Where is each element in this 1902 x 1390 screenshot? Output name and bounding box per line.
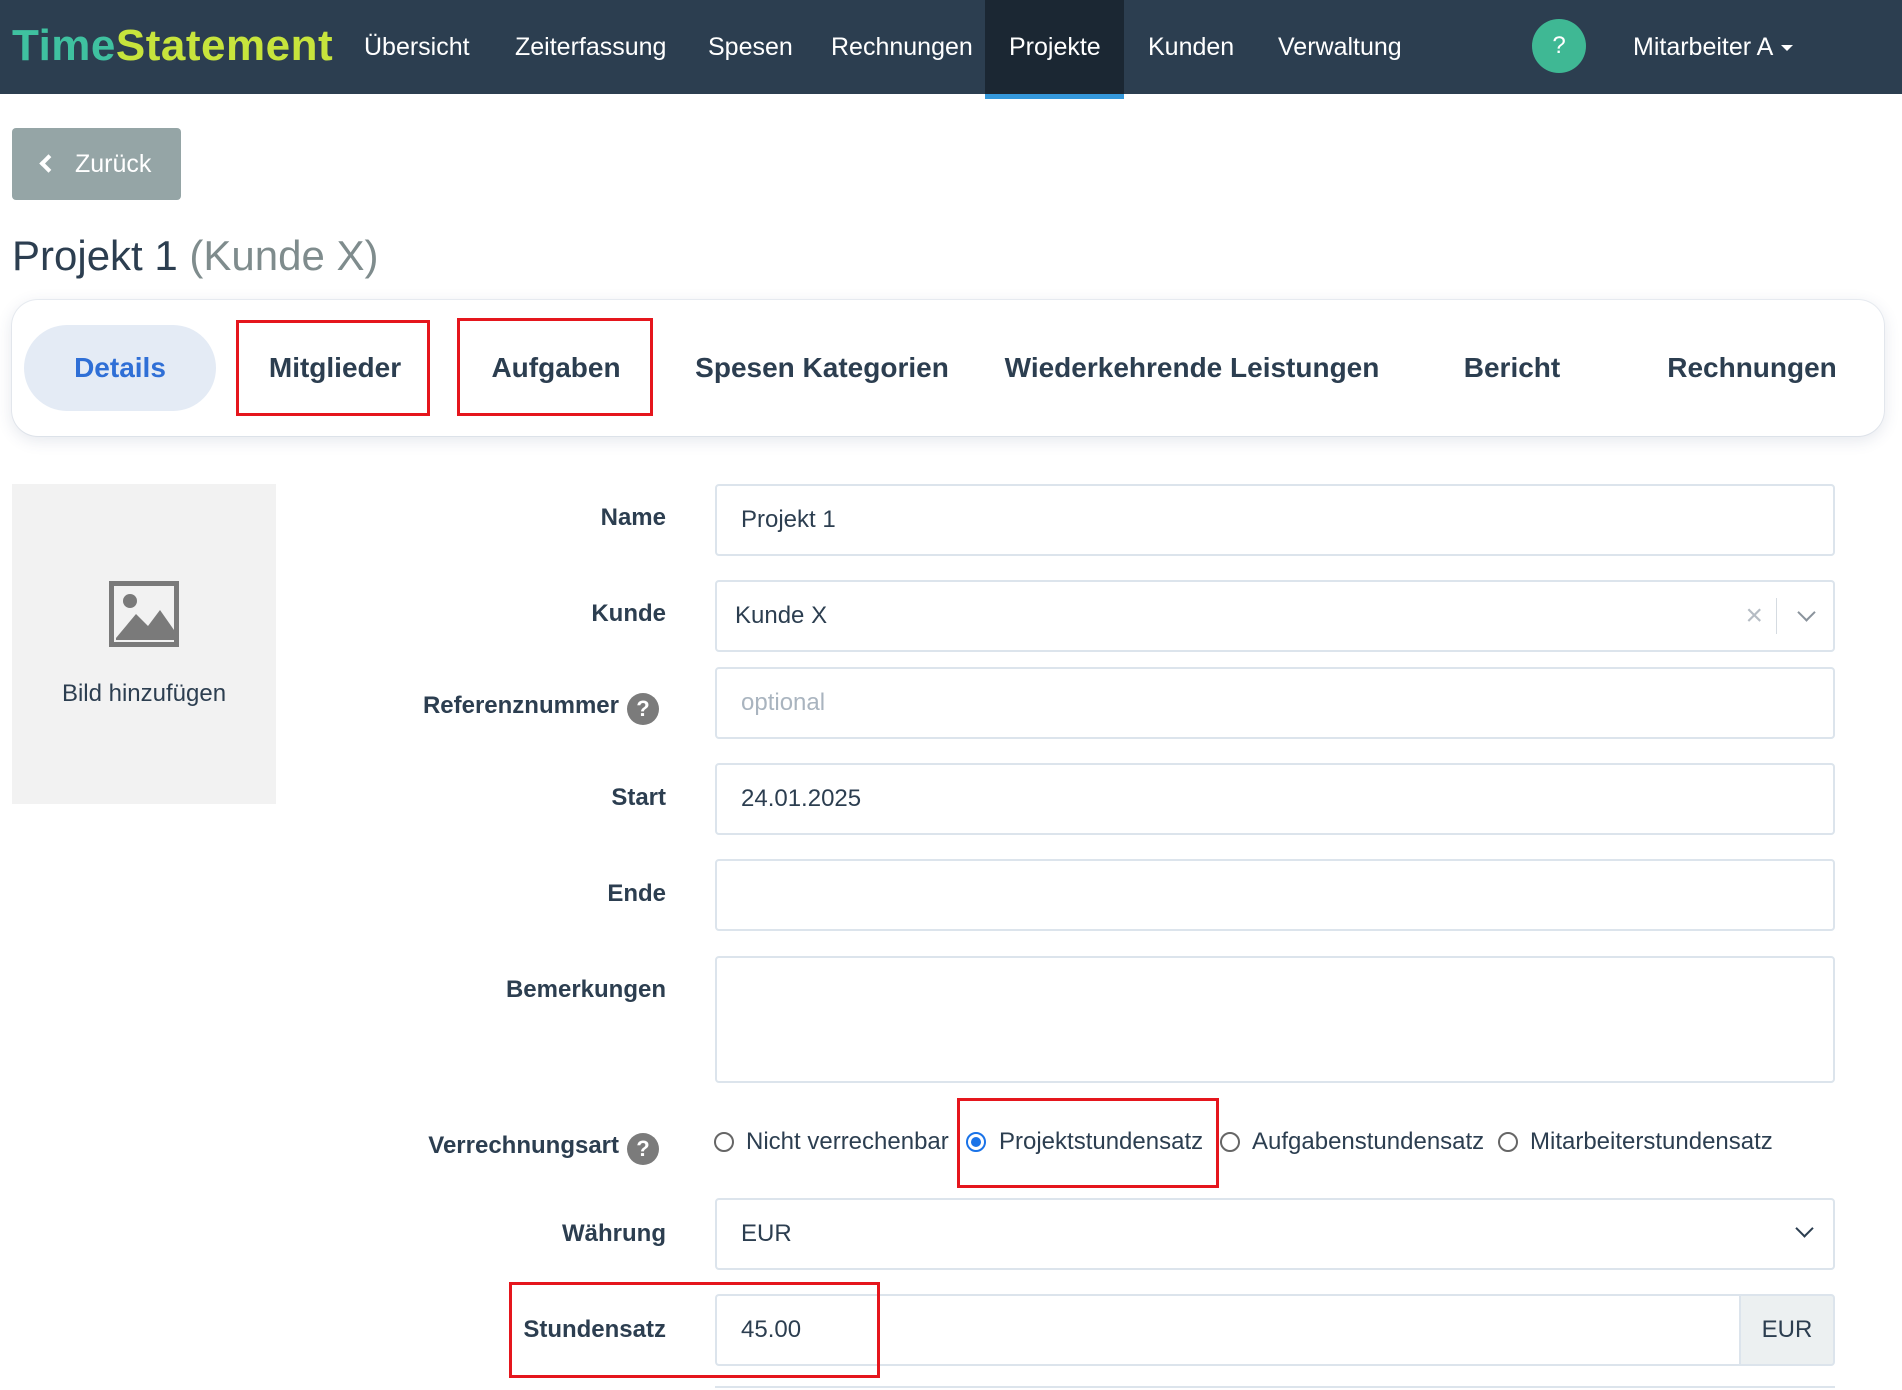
customer-label: Kunde bbox=[591, 600, 666, 627]
user-menu-label: Mitarbeiter A bbox=[1633, 33, 1774, 61]
nav-item-spesen[interactable]: Spesen bbox=[684, 0, 817, 94]
nav-item-rechnungen[interactable]: Rechnungen bbox=[807, 0, 997, 94]
clear-icon[interactable]: × bbox=[1745, 582, 1763, 650]
tab-bericht[interactable]: Bericht bbox=[1452, 325, 1572, 411]
currency-select-value: EUR bbox=[741, 1220, 792, 1247]
brand-logo-time: Time bbox=[12, 21, 116, 70]
notes-textarea[interactable] bbox=[715, 956, 1835, 1083]
nav-item-verwaltung[interactable]: Verwaltung bbox=[1254, 0, 1426, 94]
add-image-area[interactable]: Bild hinzufügen bbox=[12, 484, 276, 804]
radio-label-project-rate[interactable]: Projektstundensatz bbox=[999, 1126, 1203, 1158]
billing-type-radio-group: Nicht verrechenbar Projektstundensatz Au… bbox=[714, 1126, 1854, 1158]
radio-label-task-rate[interactable]: Aufgabenstundensatz bbox=[1252, 1126, 1484, 1158]
top-navbar: TimeStatement Übersicht Zeiterfassung Sp… bbox=[0, 0, 1902, 99]
reference-label-text: Referenznummer bbox=[422, 692, 619, 719]
notes-label: Bemerkungen bbox=[505, 976, 666, 1003]
user-menu-dropdown[interactable]: Mitarbeiter A bbox=[1633, 0, 1794, 94]
page-title: Projekt 1 (Kunde X) bbox=[12, 228, 379, 284]
nav-item-kunden[interactable]: Kunden bbox=[1124, 0, 1258, 94]
billing-type-label-text: Verrechnungsart bbox=[428, 1132, 619, 1159]
caret-down-icon bbox=[1781, 45, 1794, 52]
tab-aufgaben[interactable]: Aufgaben bbox=[458, 325, 654, 411]
radio-project-rate[interactable] bbox=[966, 1132, 986, 1152]
tab-wiederkehrende-leistungen[interactable]: Wiederkehrende Leistungen bbox=[1002, 325, 1382, 411]
name-label: Name bbox=[600, 504, 666, 531]
reference-label: Referenznummer? bbox=[423, 692, 659, 725]
add-image-label: Bild hinzufügen bbox=[61, 680, 227, 707]
page-title-sub: (Kunde X) bbox=[189, 232, 379, 279]
brand-logo[interactable]: TimeStatement bbox=[12, 20, 333, 72]
tab-details[interactable]: Details bbox=[24, 325, 216, 411]
back-button-label: Zurück bbox=[75, 150, 152, 178]
customer-select-value: Kunde X bbox=[735, 602, 828, 629]
tab-mitglieder[interactable]: Mitglieder bbox=[240, 325, 430, 411]
hourly-rate-input[interactable]: 45.00 bbox=[715, 1294, 1739, 1366]
radio-label-employee-rate[interactable]: Mitarbeiterstundensatz bbox=[1530, 1126, 1773, 1158]
hourly-rate-currency-addon: EUR bbox=[1739, 1294, 1835, 1366]
chevron-left-icon bbox=[39, 154, 58, 173]
brand-logo-statement: Statement bbox=[115, 21, 334, 70]
radio-employee-rate[interactable] bbox=[1498, 1132, 1518, 1152]
help-icon[interactable]: ? bbox=[627, 1133, 659, 1165]
tab-spesen-kategorien[interactable]: Spesen Kategorien bbox=[692, 325, 952, 411]
reference-input[interactable]: optional bbox=[715, 667, 1835, 739]
nav-item-projekte[interactable]: Projekte bbox=[985, 0, 1124, 99]
project-tabs: Details Mitglieder Aufgaben Spesen Kateg… bbox=[12, 300, 1884, 436]
tab-rechnungen[interactable]: Rechnungen bbox=[1652, 325, 1852, 411]
back-button[interactable]: Zurück bbox=[12, 128, 181, 200]
currency-label: Währung bbox=[562, 1220, 666, 1247]
radio-not-billable[interactable] bbox=[714, 1132, 734, 1152]
help-button[interactable]: ? bbox=[1532, 19, 1586, 73]
nav-item-uebersicht[interactable]: Übersicht bbox=[340, 0, 494, 94]
start-label: Start bbox=[611, 784, 666, 811]
hourly-rate-label: Stundensatz bbox=[523, 1316, 666, 1343]
billing-type-label: Verrechnungsart? bbox=[428, 1132, 659, 1165]
start-date-input[interactable]: 24.01.2025 bbox=[715, 763, 1835, 835]
image-icon bbox=[109, 581, 179, 647]
next-field-top-edge bbox=[715, 1386, 1835, 1390]
radio-task-rate[interactable] bbox=[1220, 1132, 1240, 1152]
chevron-down-icon bbox=[1795, 1219, 1814, 1238]
name-input[interactable]: Projekt 1 bbox=[715, 484, 1835, 556]
select-separator bbox=[1776, 598, 1777, 634]
radio-label-not-billable[interactable]: Nicht verrechenbar bbox=[746, 1126, 949, 1158]
nav-item-zeiterfassung[interactable]: Zeiterfassung bbox=[491, 0, 690, 94]
end-label: Ende bbox=[607, 880, 666, 907]
customer-select[interactable]: Kunde X × bbox=[715, 580, 1835, 652]
chevron-down-icon[interactable] bbox=[1797, 603, 1816, 622]
page-title-main: Projekt 1 bbox=[12, 232, 178, 279]
help-icon[interactable]: ? bbox=[627, 693, 659, 725]
end-date-input[interactable] bbox=[715, 859, 1835, 931]
currency-select[interactable]: EUR bbox=[715, 1198, 1835, 1270]
